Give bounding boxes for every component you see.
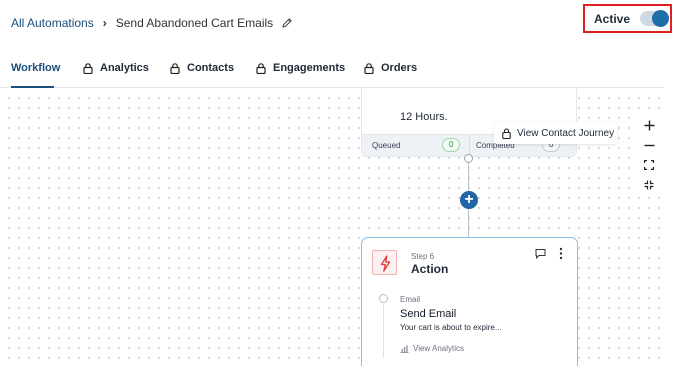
action-name[interactable]: Send Email xyxy=(400,308,456,320)
tab-label: Contacts xyxy=(187,62,235,74)
header: All Automations › Send Abandoned Cart Em… xyxy=(0,0,680,44)
fullscreen-button[interactable] xyxy=(638,175,660,195)
fit-screen-icon xyxy=(644,160,654,170)
fullscreen-icon xyxy=(644,180,654,190)
breadcrumb-all-automations-link[interactable]: All Automations xyxy=(11,16,94,30)
fit-screen-button[interactable] xyxy=(638,155,660,175)
tab-engagements[interactable]: Engagements xyxy=(256,62,345,74)
plus-icon: + xyxy=(464,191,474,208)
status-label: Active xyxy=(594,12,631,26)
lock-icon xyxy=(256,62,266,74)
tab-label: Analytics xyxy=(100,62,149,74)
queued-label: Queued xyxy=(372,141,401,150)
wait-duration-text: 12 Hours. xyxy=(400,111,448,123)
zoom-in-button[interactable] xyxy=(638,115,660,135)
email-subject: Your cart is about to expire... xyxy=(400,323,502,332)
tab-label: Workflow xyxy=(11,62,61,74)
more-options-icon[interactable] xyxy=(558,247,564,260)
automation-title: Send Abandoned Cart Emails xyxy=(115,16,274,30)
comment-icon[interactable] xyxy=(535,248,546,259)
tab-orders[interactable]: Orders xyxy=(364,62,417,74)
step-title: Action xyxy=(411,262,449,276)
active-tab-indicator xyxy=(11,86,54,88)
view-contact-journey-button[interactable]: View Contact Journey xyxy=(494,122,617,144)
tab-bar: Workflow Analytics Contacts Engagements … xyxy=(0,54,664,88)
tab-label: Orders xyxy=(381,62,418,74)
bar-chart-icon xyxy=(400,345,409,353)
chevron-right-icon: › xyxy=(102,16,107,30)
zoom-in-icon xyxy=(644,120,654,130)
view-analytics-label: View Analytics xyxy=(413,344,464,353)
lock-icon xyxy=(83,62,93,74)
view-contact-journey-label: View Contact Journey xyxy=(517,127,615,139)
zoom-controls xyxy=(638,113,660,197)
lock-icon xyxy=(364,62,374,74)
active-toggle[interactable] xyxy=(640,10,669,27)
tab-contacts[interactable]: Contacts xyxy=(170,62,234,74)
view-analytics-link[interactable]: View Analytics xyxy=(400,344,464,353)
zoom-out-icon xyxy=(644,144,654,146)
add-step-button[interactable]: + xyxy=(460,191,478,209)
step-number: Step 6 xyxy=(411,252,435,261)
toggle-knob xyxy=(652,10,669,27)
status-highlight: Active xyxy=(583,4,672,33)
lock-icon xyxy=(502,127,511,139)
tab-analytics[interactable]: Analytics xyxy=(83,62,149,74)
timeline-line xyxy=(383,304,384,358)
tab-workflow[interactable]: Workflow xyxy=(11,62,60,74)
queued-count-badge: 0 xyxy=(442,138,461,152)
lock-icon xyxy=(170,62,180,74)
divider xyxy=(469,135,470,156)
lightning-icon xyxy=(380,255,391,272)
action-icon-box xyxy=(372,250,397,275)
zoom-out-button[interactable] xyxy=(638,135,660,155)
breadcrumb: All Automations › Send Abandoned Cart Em… xyxy=(11,16,293,30)
timeline-node xyxy=(379,294,388,303)
pencil-icon[interactable] xyxy=(281,17,293,29)
action-type-label: Email xyxy=(400,295,421,304)
tab-label: Engagements xyxy=(273,62,346,74)
action-step-card[interactable]: Step 6 Action Email Send Email Your cart… xyxy=(361,237,578,366)
connector-node xyxy=(464,154,473,163)
